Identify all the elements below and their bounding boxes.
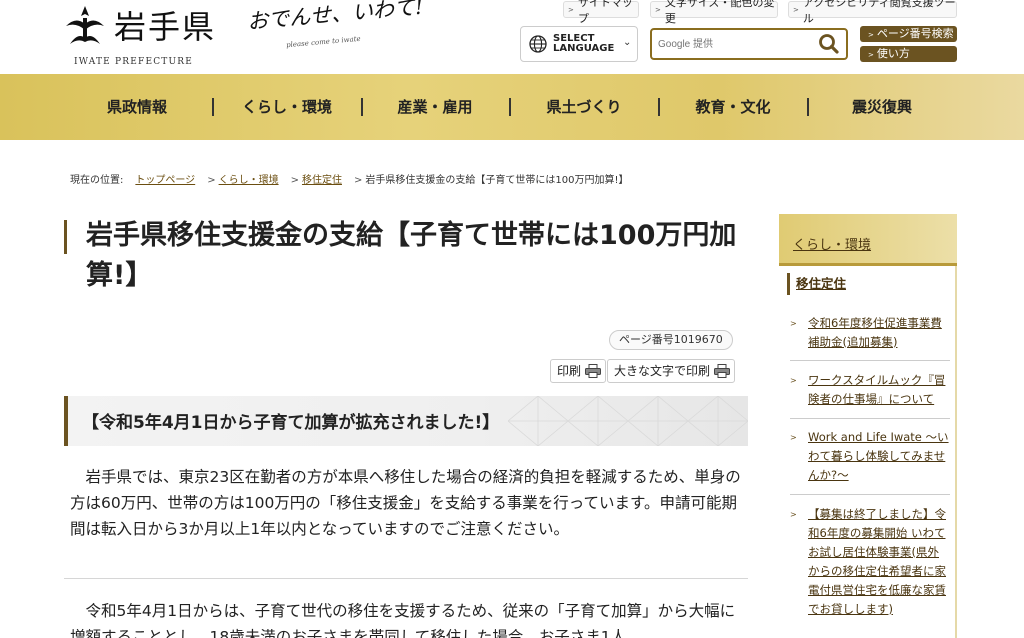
section-heading: 【令和5年4月1日から子育て加算が拡充されました!】 xyxy=(64,396,748,446)
nav-item-living[interactable]: くらし・環境 xyxy=(213,74,361,140)
sidebar-divider xyxy=(790,494,950,495)
util-link-sitemap-label: サイトマップ xyxy=(577,0,633,25)
globe-icon xyxy=(529,35,547,53)
site-logo[interactable]: 岩手県 IWATE PREFECTURE xyxy=(62,2,232,68)
sidebar-divider xyxy=(790,418,950,419)
catchphrase-main: おでんせ、いわて! xyxy=(246,0,425,34)
sidebar-link-3-label: Work and Life Iwate ～いわて暮らし体験してみませんか?～ xyxy=(808,430,949,482)
print-large-button[interactable]: 大きな文字で印刷 xyxy=(607,359,736,383)
language-select[interactable]: SELECT LANGUAGE ⌄ xyxy=(520,26,638,62)
site-search xyxy=(650,28,848,60)
arrow-right-icon: > xyxy=(568,6,574,14)
printer-icon xyxy=(714,364,731,378)
sidebar-link-4-label: 【募集は終了しました】令和6年度の募集開始 いわてお試し居住体験事業(県外からの… xyxy=(808,507,946,616)
breadcrumb-prefix: 現在の位置: xyxy=(70,175,124,186)
breadcrumb-link-migration[interactable]: 移住定住 xyxy=(302,175,342,186)
breadcrumb-link-living[interactable]: くらし・環境 xyxy=(219,175,279,186)
util-link-text-size[interactable]: > 文字サイズ・配色の変更 xyxy=(650,0,778,25)
search-icon[interactable] xyxy=(816,32,842,56)
title-accent-bar xyxy=(64,220,67,254)
arrow-right-icon: > xyxy=(868,51,874,59)
divider xyxy=(64,578,748,579)
arrow-right-icon: > xyxy=(790,510,797,519)
page-number-search-button[interactable]: > ページ番号検索 xyxy=(860,26,957,42)
arrow-right-icon: > xyxy=(290,175,299,186)
language-select-label: SELECT LANGUAGE xyxy=(553,33,615,54)
sidebar-link-2-label: ワークスタイルムック『冒険者の仕事場』について xyxy=(808,373,946,406)
arrow-right-icon: > xyxy=(207,175,216,186)
nav-item-land[interactable]: 県土づくり xyxy=(510,74,658,140)
util-link-accessibility-label: アクセシビリティ閲覧支援ツール xyxy=(802,0,956,25)
util-link-sitemap[interactable]: > サイトマップ xyxy=(563,0,639,25)
nav-item-prefectural-info[interactable]: 県政情報 xyxy=(62,74,212,140)
sidebar-subcategory-link[interactable]: 移住定住 xyxy=(787,273,846,295)
page-title: 岩手県移住支援金の支給【子育て世帯には100万円加算!】 xyxy=(86,220,737,291)
logo-subtitle: IWATE PREFECTURE xyxy=(74,57,194,67)
section-heading-text: 【令和5年4月1日から子育て加算が拡充されました!】 xyxy=(82,413,500,433)
catchphrase: おでんせ、いわて! please come to iwate xyxy=(246,0,436,60)
site-header: 岩手県 IWATE PREFECTURE おでんせ、いわて! please co… xyxy=(0,0,1024,74)
arrow-right-icon: > xyxy=(868,31,874,39)
sidebar-link-3[interactable]: > Work and Life Iwate ～いわて暮らし体験してみませんか?～ xyxy=(790,428,950,485)
print-button[interactable]: 印刷 xyxy=(550,359,607,383)
sidebar-link-4[interactable]: > 【募集は終了しました】令和6年度の募集開始 いわてお試し居住体験事業(県外か… xyxy=(790,505,950,619)
how-to-use-label: 使い方 xyxy=(876,47,910,60)
sidebar-link-2[interactable]: > ワークスタイルムック『冒険者の仕事場』について xyxy=(790,371,950,409)
breadcrumb: 現在の位置: トップページ > くらし・環境 > 移住定住 > 岩手県移住支援金の支給… xyxy=(70,171,628,186)
nav-item-education[interactable]: 教育・文化 xyxy=(659,74,807,140)
nav-item-recovery[interactable]: 震災復興 xyxy=(808,74,956,140)
nav-item-industry[interactable]: 産業・雇用 xyxy=(362,74,508,140)
breadcrumb-link-top[interactable]: トップページ xyxy=(135,175,195,186)
arrow-right-icon: > xyxy=(790,376,797,385)
arrow-right-icon: > xyxy=(793,6,799,14)
sidebar-link-1-label: 令和6年度移住促進事業費補助金(追加募集) xyxy=(808,316,942,349)
arrow-right-icon: > xyxy=(790,433,797,442)
page-number-search-label: ページ番号検索 xyxy=(876,27,954,40)
sidebar-category-link[interactable]: くらし・環境 xyxy=(793,234,871,253)
catchphrase-sub: please come to iwate xyxy=(285,34,361,50)
body-paragraph-2: 令和5年4月1日からは、子育て世代の移住を支援するため、従来の「子育て加算」から… xyxy=(70,602,736,638)
iwate-emblem-icon xyxy=(66,6,104,44)
sidebar-divider xyxy=(790,360,950,361)
sidebar-category-header: くらし・環境 xyxy=(779,214,957,266)
arrow-right-icon: > xyxy=(790,319,797,328)
sidebar-link-1[interactable]: > 令和6年度移住促進事業費補助金(追加募集) xyxy=(790,314,950,352)
print-button-label: 印刷 xyxy=(557,364,582,378)
body-paragraph-1: 岩手県では、東京23区在勤者の方が本県へ移住した場合の経済的負担を軽減するため、… xyxy=(70,468,741,538)
breadcrumb-current: 岩手県移住支援金の支給【子育て世帯には100万円加算!】 xyxy=(365,175,629,186)
printer-icon xyxy=(585,364,602,378)
how-to-use-button[interactable]: > 使い方 xyxy=(860,46,957,62)
logo-name: 岩手県 xyxy=(114,8,217,46)
asanoha-pattern-icon xyxy=(508,396,748,446)
print-large-button-label: 大きな文字で印刷 xyxy=(614,364,711,378)
search-input[interactable] xyxy=(658,34,808,54)
arrow-right-icon: > xyxy=(353,175,363,186)
util-link-accessibility[interactable]: > アクセシビリティ閲覧支援ツール xyxy=(788,0,957,25)
page-number-badge: ページ番号1019670 xyxy=(609,330,733,350)
global-nav: 県政情報 くらし・環境 産業・雇用 県土づくり 教育・文化 震災復興 xyxy=(0,74,1024,140)
util-link-text-size-label: 文字サイズ・配色の変更 xyxy=(664,0,775,25)
arrow-right-icon: > xyxy=(655,6,661,14)
chevron-down-icon: ⌄ xyxy=(623,37,632,48)
